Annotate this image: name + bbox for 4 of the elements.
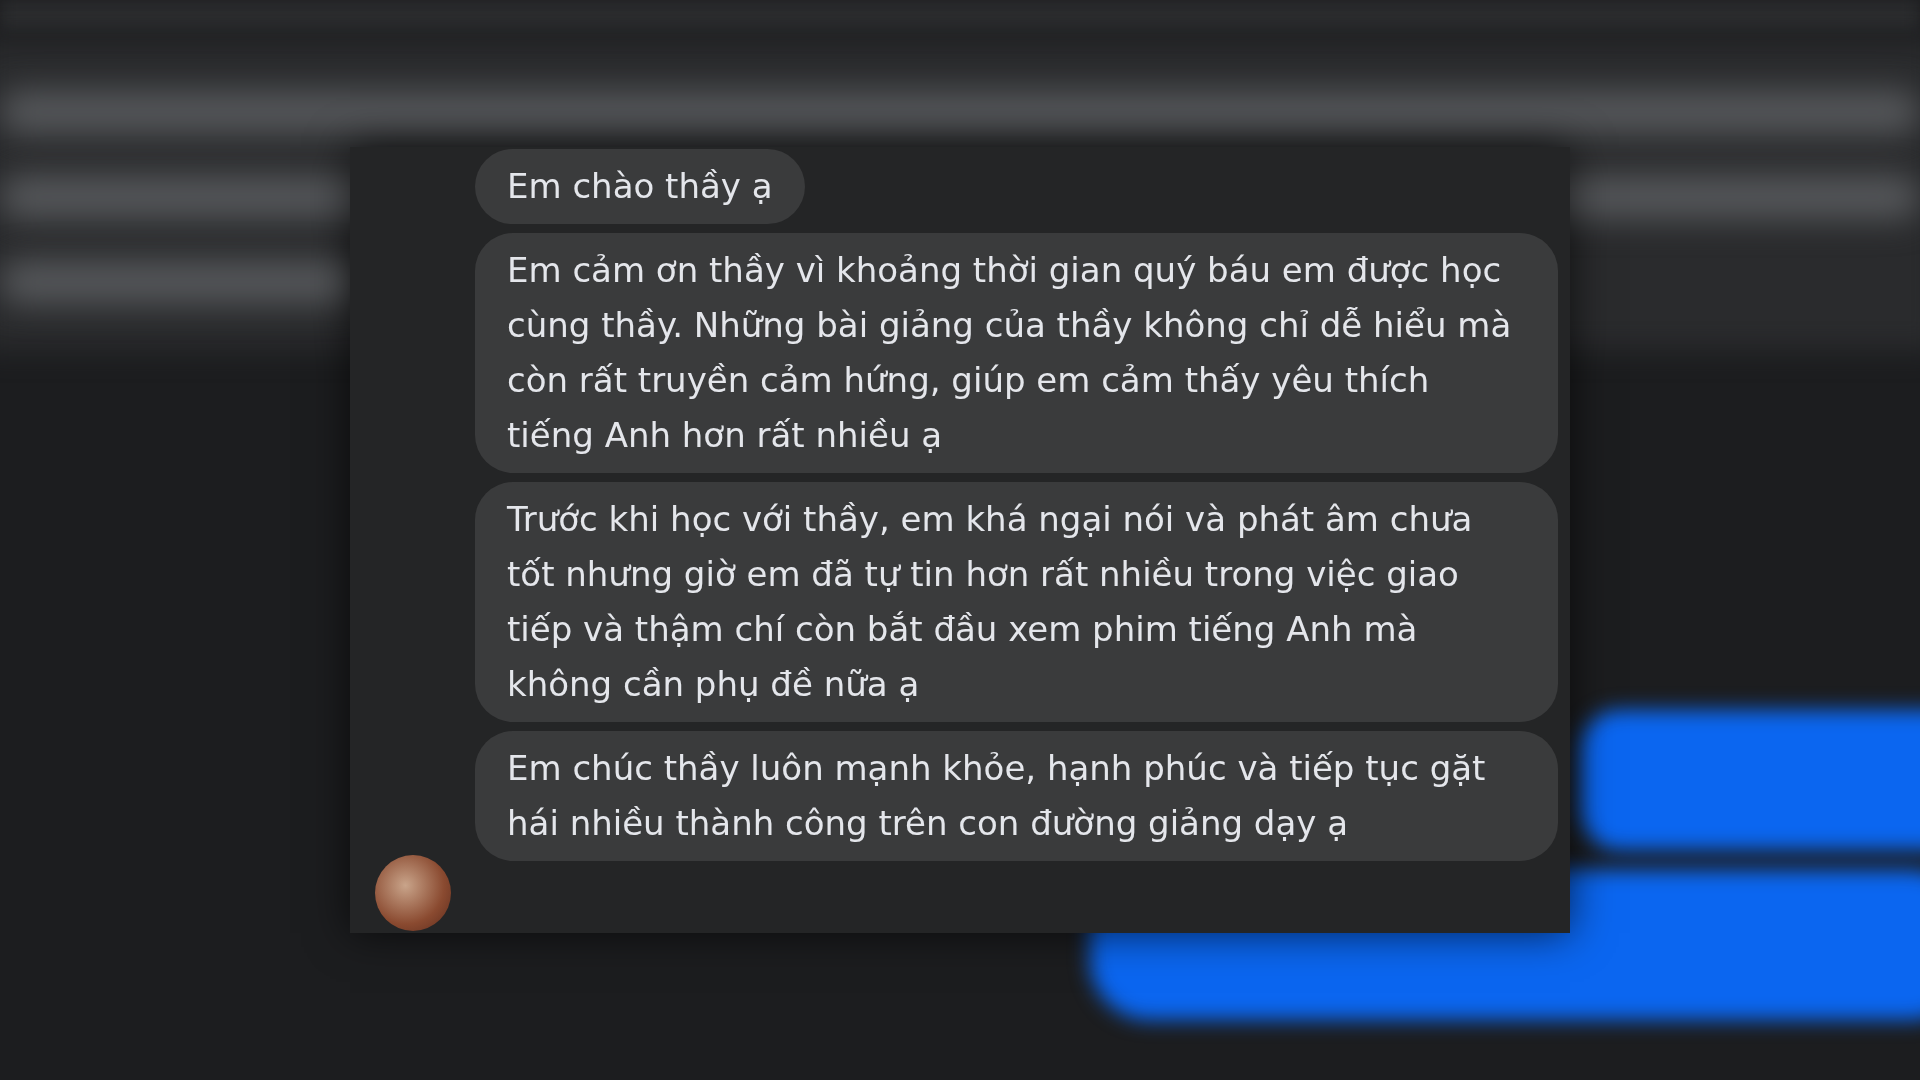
message-bubble: Em chào thầy ạ [475,149,805,224]
message-bubble: Trước khi học với thầy, em khá ngại nói và phát âm chưa tốt nhưng giờ em đã tự tin hơn rất nhiều trong việc giao tiếp và thậm chí còn bắt đầu xem phim tiếng Anh mà không cần phụ đề nữa ạ [475,482,1558,722]
message-bubble: Em cảm ơn thầy vì khoảng thời gian quý báu em được học cùng thầy. Những bài giảng của thầy không chỉ dễ hiểu mà còn rất truyền cảm hứng, giúp em cảm thấy yêu thích tiếng Anh hơn rất nhiều ạ [475,233,1558,473]
message-bubble: Em chúc thầy luôn mạnh khỏe, hạnh phúc và tiếp tục gặt hái nhiều thành công trên con đường giảng dạy ạ [475,731,1558,861]
